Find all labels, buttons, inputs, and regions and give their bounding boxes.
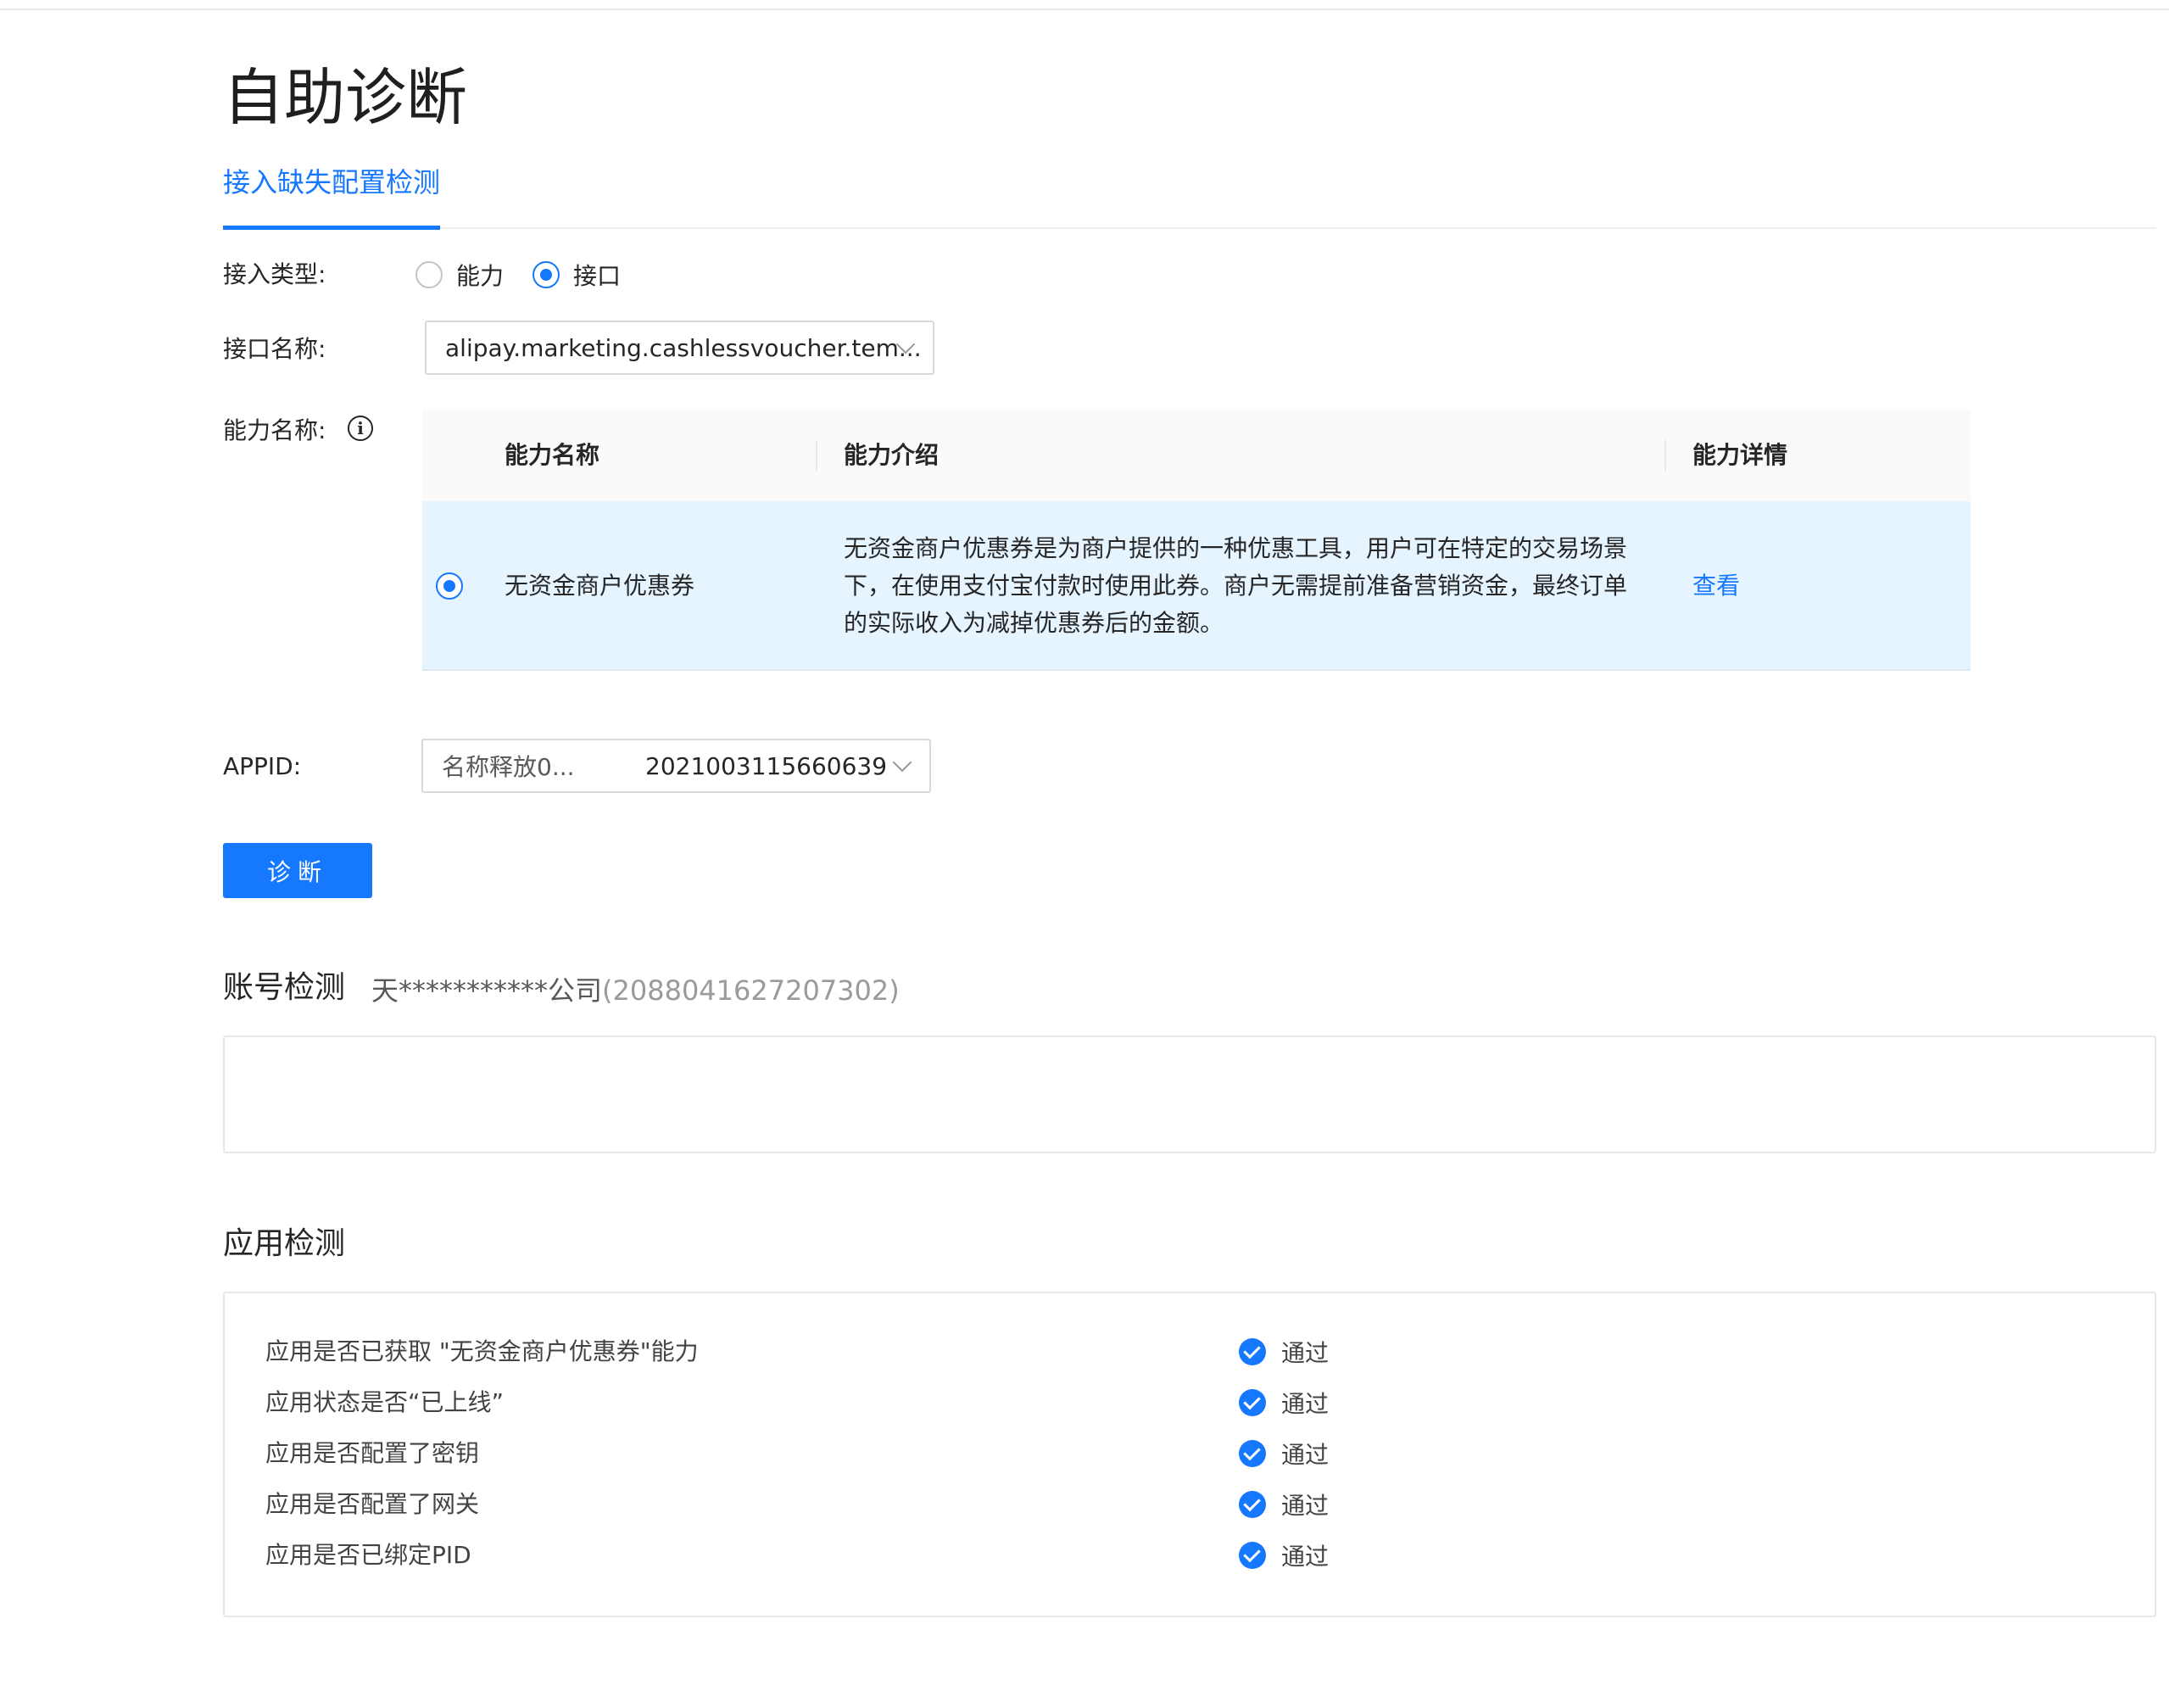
intro-line: 下，在使用支付宝付款时使用此券。商户无需提前准备营销资金，最终订单 [844, 572, 1628, 600]
appid-label: APPID: [223, 752, 302, 780]
list-item: 应用是否已绑定PID 通过 [265, 1538, 2131, 1572]
appid-name-value: 名称释放0... [442, 753, 575, 781]
check-label: 应用是否配置了网关 [265, 1490, 480, 1518]
account-info: 天***********公司(2088041627207302) [371, 972, 900, 1009]
account-name: 天***********公司 [371, 974, 603, 1007]
check-circle-icon [1239, 1491, 1266, 1518]
check-label: 应用是否已获取 "无资金商户优惠券"能力 [265, 1337, 699, 1365]
table-row[interactable]: 无资金商户优惠券 无资金商户优惠券是为商户提供的一种优惠工具，用户可在特定的交易… [422, 501, 1971, 671]
tab-active-indicator [223, 226, 440, 230]
check-label: 应用状态是否“已上线” [265, 1388, 505, 1416]
check-circle-icon [1239, 1389, 1266, 1416]
access-type-radio-group: 能力 接口 [415, 258, 650, 292]
check-status-text: 通过 [1281, 1543, 1330, 1571]
account-check-title: 账号检测 [223, 970, 346, 1005]
tab-bar: 接入缺失配置检测 [223, 161, 2156, 230]
ability-table-header: 能力名称 能力介绍 能力详情 [422, 410, 1971, 501]
list-item: 应用是否已获取 "无资金商户优惠券"能力 通过 [265, 1335, 2131, 1369]
check-circle-icon [1239, 1338, 1266, 1365]
api-name-select[interactable]: alipay.marketing.cashlessvoucher.tem... [425, 321, 934, 375]
check-status: 通过 [1239, 1335, 1329, 1369]
intro-line: 的实际收入为减掉优惠券后的金额。 [844, 609, 1224, 637]
api-name-value: alipay.marketing.cashlessvoucher.tem... [445, 333, 922, 362]
info-icon[interactable]: i [348, 416, 373, 441]
check-status: 通过 [1239, 1437, 1329, 1471]
radio-interface-label: 接口 [573, 262, 622, 290]
check-status-text: 通过 [1281, 1441, 1330, 1469]
check-status-text: 通过 [1281, 1492, 1330, 1520]
tab-access-config-check[interactable]: 接入缺失配置检测 [223, 161, 445, 229]
check-circle-icon [1239, 1440, 1266, 1467]
api-name-label: 接口名称: [223, 335, 326, 363]
header-separator [816, 440, 817, 471]
account-check-result-box [223, 1035, 2156, 1153]
radio-ability[interactable]: 能力 [415, 258, 504, 292]
account-pid: (2088041627207302) [602, 974, 900, 1007]
check-label: 应用是否已绑定PID [265, 1541, 471, 1569]
check-status: 通过 [1239, 1538, 1329, 1572]
check-status: 通过 [1239, 1488, 1329, 1521]
row-ability-intro: 无资金商户优惠券是为商户提供的一种优惠工具，用户可在特定的交易场景 下，在使用支… [844, 530, 1641, 642]
radio-ability-label: 能力 [456, 262, 505, 290]
check-status-text: 通过 [1281, 1390, 1330, 1418]
list-item: 应用是否配置了网关 通过 [265, 1488, 2131, 1521]
access-type-label: 接入类型: [223, 260, 326, 288]
radio-interface[interactable]: 接口 [532, 258, 621, 292]
chevron-down-icon [892, 752, 912, 773]
ability-name-label: 能力名称: [223, 416, 326, 444]
header-ability-name: 能力名称 [505, 441, 600, 469]
appid-id-value: 2021003115660639 [645, 752, 888, 780]
header-ability-intro: 能力介绍 [844, 441, 940, 469]
radio-ability-circle[interactable] [415, 261, 443, 288]
page-title: 自助诊断 [223, 62, 468, 133]
check-status: 通过 [1239, 1386, 1329, 1420]
ability-table: 能力名称 能力介绍 能力详情 无资金商户优惠券 无资金商户优惠券是为商户提供的一… [422, 410, 1971, 671]
header-separator [1664, 440, 1666, 471]
list-item: 应用状态是否“已上线” 通过 [265, 1386, 2131, 1420]
header-ability-detail: 能力详情 [1692, 441, 1788, 469]
row-select-radio[interactable] [436, 572, 463, 600]
top-divider [0, 8, 2169, 10]
intro-line: 无资金商户优惠券是为商户提供的一种优惠工具，用户可在特定的交易场景 [844, 534, 1628, 562]
check-circle-icon [1239, 1542, 1266, 1569]
app-check-title: 应用检测 [223, 1226, 346, 1261]
check-status-text: 通过 [1281, 1339, 1330, 1367]
row-ability-name: 无资金商户优惠券 [505, 572, 695, 600]
radio-interface-circle[interactable] [532, 261, 560, 288]
app-check-result-box: 应用是否已获取 "无资金商户优惠券"能力 通过 应用状态是否“已上线” 通过 应… [223, 1292, 2156, 1617]
check-label: 应用是否配置了密钥 [265, 1439, 480, 1467]
appid-select[interactable]: 名称释放0... 2021003115660639 [421, 739, 931, 793]
diagnose-button[interactable]: 诊断 [223, 843, 372, 898]
view-detail-link[interactable]: 查看 [1692, 569, 1740, 603]
list-item: 应用是否配置了密钥 通过 [265, 1437, 2131, 1471]
